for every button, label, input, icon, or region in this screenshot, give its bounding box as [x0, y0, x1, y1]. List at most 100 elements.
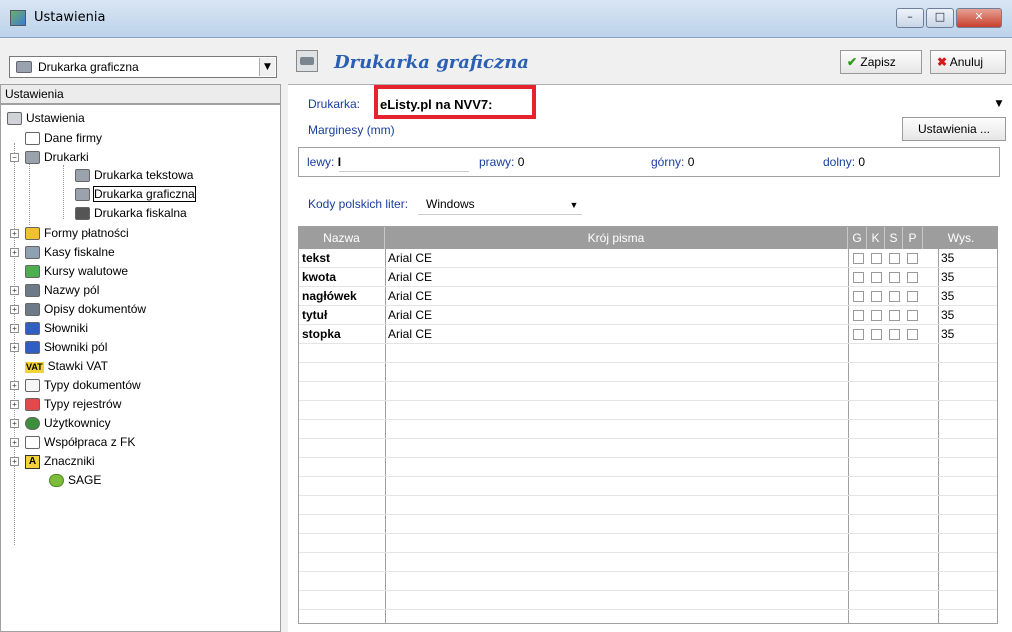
column-header[interactable]: Krój pisma [385, 227, 848, 249]
cancel-button[interactable]: ✖ Anuluj [930, 50, 1006, 74]
tree-item-kursy-walutowe[interactable]: Kursy walutowe [25, 262, 128, 280]
tree-item-slowniki[interactable]: Słowniki [25, 319, 88, 337]
currency-table-icon [25, 265, 40, 279]
column-header[interactable]: Wys. [923, 227, 997, 249]
checkbox-italic[interactable] [871, 310, 882, 321]
tree-item-drukarka-graficzna[interactable]: Drukarka graficzna [75, 185, 196, 203]
expand-toggle[interactable]: + [10, 248, 19, 257]
tree-item-wspolpraca-fk[interactable]: Współpraca z FK [25, 433, 135, 451]
margin-right[interactable]: prawy: 0 [479, 155, 524, 169]
height-cell[interactable]: 35 [938, 268, 997, 287]
margin-left[interactable]: lewy: I [307, 155, 341, 169]
tree-item-uzytkownicy[interactable]: Użytkownicy [25, 414, 111, 432]
margin-bottom[interactable]: dolny: 0 [823, 155, 865, 169]
app-icon [10, 10, 26, 26]
height-cell[interactable]: 35 [938, 306, 997, 325]
style-name-cell: tytuł [302, 308, 328, 322]
tree-item-drukarka-fiskalna[interactable]: Drukarka fiskalna [75, 204, 187, 222]
checkbox-strikeout[interactable] [889, 329, 900, 340]
checkbox-underline[interactable] [907, 272, 918, 283]
chevron-down-icon[interactable]: ▼ [259, 58, 275, 76]
checkbox-strikeout[interactable] [889, 291, 900, 302]
tree-item-sage[interactable]: SAGE [49, 471, 101, 489]
font-cell[interactable]: Arial CE [385, 249, 848, 268]
expand-toggle[interactable]: + [10, 343, 19, 352]
tree-item-nazwy-pol[interactable]: Nazwy pól [25, 281, 99, 299]
section-combo[interactable]: Drukarka graficzna ▼ [9, 56, 277, 78]
column-header[interactable]: Nazwa [299, 227, 385, 249]
chevron-down-icon[interactable]: ▼ [566, 196, 582, 214]
height-cell[interactable]: 35 [938, 325, 997, 344]
checkbox-underline[interactable] [907, 329, 918, 340]
font-cell[interactable]: Arial CE [385, 306, 848, 325]
expand-toggle[interactable]: + [10, 324, 19, 333]
tree-item-drukarki[interactable]: Drukarki [25, 148, 89, 166]
tree-item-typy-rejestrow[interactable]: Typy rejestrów [25, 395, 121, 413]
tree-item-drukarka-tekstowa[interactable]: Drukarka tekstowa [75, 166, 193, 184]
checkbox-underline[interactable] [907, 291, 918, 302]
table-row[interactable]: stopka Arial CE 35 [299, 325, 997, 344]
checkbox-bold[interactable] [853, 329, 864, 340]
column-header[interactable]: K [867, 227, 885, 249]
table-row[interactable]: tytuł Arial CE 35 [299, 306, 997, 325]
checkbox-strikeout[interactable] [889, 253, 900, 264]
checkbox-bold[interactable] [853, 310, 864, 321]
printer-icon [75, 169, 90, 183]
checkbox-bold[interactable] [853, 253, 864, 264]
checkbox-underline[interactable] [907, 310, 918, 321]
expand-toggle[interactable]: + [10, 438, 19, 447]
maximize-button[interactable]: □ [926, 8, 954, 28]
table-row[interactable]: kwota Arial CE 35 [299, 268, 997, 287]
card-icon [25, 132, 40, 146]
close-button[interactable]: ✕ [956, 8, 1002, 28]
tree-item-stawki-vat[interactable]: VAT Stawki VAT [25, 357, 108, 375]
payment-icon [25, 227, 40, 241]
tree-item-typy-dokumentow[interactable]: Typy dokumentów [25, 376, 141, 394]
printer-icon [75, 188, 90, 202]
checkbox-strikeout[interactable] [889, 272, 900, 283]
checkbox-italic[interactable] [871, 272, 882, 283]
expand-toggle[interactable]: + [10, 305, 19, 314]
expand-toggle[interactable]: + [10, 229, 19, 238]
tree-item-opisy-dokumentow[interactable]: Opisy dokumentów [25, 300, 146, 318]
font-cell[interactable]: Arial CE [385, 325, 848, 344]
tree-item-znaczniki[interactable]: A Znaczniki [25, 452, 95, 470]
expand-toggle[interactable]: + [10, 381, 19, 390]
table-row [299, 363, 997, 382]
expand-toggle[interactable]: + [10, 286, 19, 295]
font-cell[interactable]: Arial CE [385, 268, 848, 287]
height-cell[interactable]: 35 [938, 287, 997, 306]
checkbox-bold[interactable] [853, 272, 864, 283]
column-header[interactable]: G [848, 227, 867, 249]
checkbox-bold[interactable] [853, 291, 864, 302]
expand-toggle[interactable]: + [10, 400, 19, 409]
checkbox-strikeout[interactable] [889, 310, 900, 321]
tree-item-dane-firmy[interactable]: Dane firmy [25, 129, 102, 147]
printer-settings-button[interactable]: Ustawienia ... [902, 117, 1006, 141]
checkbox-italic[interactable] [871, 253, 882, 264]
tree-item-kasy-fiskalne[interactable]: Kasy fiskalne [25, 243, 115, 261]
column-header[interactable]: S [885, 227, 903, 249]
tree-item-slowniki-pol[interactable]: Słowniki pól [25, 338, 107, 356]
detail-content: Drukarka: eListy.pl na NVV7: ▼ Marginesy… [288, 84, 1012, 632]
collapse-toggle-drukarki[interactable]: − [10, 153, 19, 162]
save-button[interactable]: ✔ Zapisz [840, 50, 922, 74]
tree-root[interactable]: Ustawienia [7, 109, 85, 127]
table-row[interactable]: tekst Arial CE 35 [299, 249, 997, 268]
checkbox-italic[interactable] [871, 291, 882, 302]
margin-top[interactable]: górny: 0 [651, 155, 694, 169]
expand-toggle[interactable]: + [10, 419, 19, 428]
margin-left-input[interactable] [339, 152, 469, 172]
font-cell[interactable]: Arial CE [385, 287, 848, 306]
minimize-button[interactable]: – [896, 8, 924, 28]
column-header[interactable]: P [903, 227, 923, 249]
height-cell[interactable]: 35 [938, 249, 997, 268]
chevron-down-icon[interactable]: ▼ [992, 95, 1006, 113]
checkbox-underline[interactable] [907, 253, 918, 264]
encoding-select[interactable]: Windows ▼ [418, 195, 582, 215]
checkbox-italic[interactable] [871, 329, 882, 340]
table-row[interactable]: nagłówek Arial CE 35 [299, 287, 997, 306]
tree-item-formy-platnosci[interactable]: Formy płatności [25, 224, 129, 242]
expand-toggle[interactable]: + [10, 457, 19, 466]
disk-icon [25, 284, 40, 298]
